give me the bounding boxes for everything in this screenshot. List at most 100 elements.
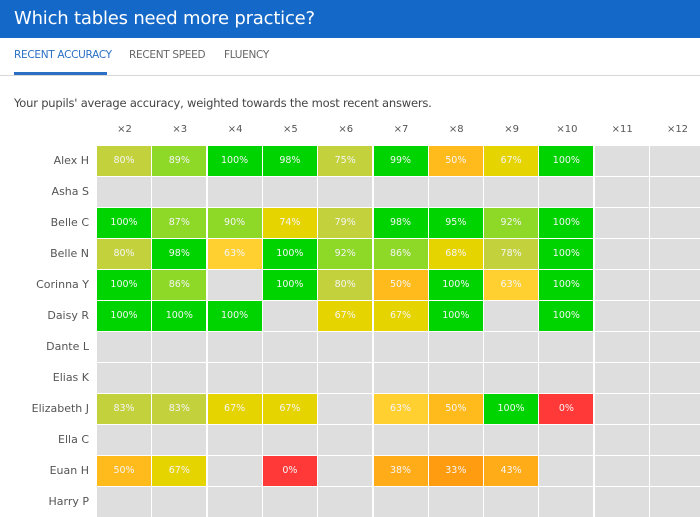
- accuracy-cell[interactable]: [152, 363, 207, 393]
- accuracy-cell[interactable]: 0%: [539, 394, 594, 424]
- accuracy-cell[interactable]: 67%: [207, 394, 262, 424]
- accuracy-cell[interactable]: 100%: [262, 270, 317, 300]
- accuracy-cell[interactable]: [594, 425, 649, 455]
- accuracy-cell[interactable]: [539, 425, 594, 455]
- accuracy-cell[interactable]: [650, 177, 700, 207]
- accuracy-cell[interactable]: 50%: [373, 270, 428, 300]
- accuracy-cell[interactable]: 98%: [373, 208, 428, 238]
- accuracy-cell[interactable]: [318, 394, 373, 424]
- accuracy-cell[interactable]: 100%: [539, 146, 594, 176]
- pupil-name[interactable]: Ella C: [0, 433, 89, 446]
- accuracy-cell[interactable]: [594, 177, 649, 207]
- pupil-name[interactable]: Belle N: [0, 247, 89, 260]
- pupil-name[interactable]: Elias K: [0, 371, 89, 384]
- accuracy-cell[interactable]: 0%: [262, 456, 317, 486]
- accuracy-cell[interactable]: 100%: [97, 301, 151, 331]
- accuracy-cell[interactable]: [594, 394, 649, 424]
- accuracy-cell[interactable]: [594, 239, 649, 269]
- accuracy-cell[interactable]: 50%: [428, 394, 483, 424]
- tab-fluency[interactable]: FLUENCY: [224, 49, 269, 61]
- pupil-name[interactable]: Corinna Y: [0, 278, 89, 291]
- accuracy-cell[interactable]: [373, 177, 428, 207]
- accuracy-cell[interactable]: [539, 332, 594, 362]
- accuracy-cell[interactable]: [594, 456, 649, 486]
- accuracy-cell[interactable]: [594, 146, 649, 176]
- accuracy-cell[interactable]: [539, 456, 594, 486]
- accuracy-cell[interactable]: 80%: [97, 146, 151, 176]
- accuracy-cell[interactable]: [594, 301, 649, 331]
- accuracy-cell[interactable]: 74%: [262, 208, 317, 238]
- accuracy-cell[interactable]: [484, 301, 539, 331]
- pupil-name[interactable]: Harry P: [0, 495, 89, 508]
- accuracy-cell[interactable]: 80%: [318, 270, 373, 300]
- accuracy-cell[interactable]: [97, 363, 151, 393]
- accuracy-cell[interactable]: 67%: [262, 394, 317, 424]
- accuracy-cell[interactable]: [262, 363, 317, 393]
- accuracy-cell[interactable]: 86%: [373, 239, 428, 269]
- accuracy-cell[interactable]: [594, 270, 649, 300]
- accuracy-cell[interactable]: [484, 425, 539, 455]
- accuracy-cell[interactable]: [484, 332, 539, 362]
- accuracy-cell[interactable]: 100%: [262, 239, 317, 269]
- accuracy-cell[interactable]: 100%: [484, 394, 539, 424]
- accuracy-cell[interactable]: [373, 425, 428, 455]
- accuracy-cell[interactable]: 100%: [207, 146, 262, 176]
- pupil-name[interactable]: Alex H: [0, 154, 89, 167]
- pupil-name[interactable]: Elizabeth J: [0, 402, 89, 415]
- accuracy-cell[interactable]: [262, 425, 317, 455]
- accuracy-cell[interactable]: 95%: [428, 208, 483, 238]
- tab-recent-speed[interactable]: RECENT SPEED: [129, 49, 206, 61]
- accuracy-cell[interactable]: [97, 177, 151, 207]
- accuracy-cell[interactable]: [484, 363, 539, 393]
- accuracy-cell[interactable]: [97, 425, 151, 455]
- accuracy-cell[interactable]: 67%: [373, 301, 428, 331]
- accuracy-cell[interactable]: 92%: [318, 239, 373, 269]
- accuracy-cell[interactable]: [428, 425, 483, 455]
- accuracy-cell[interactable]: [650, 239, 700, 269]
- accuracy-cell[interactable]: 98%: [262, 146, 317, 176]
- accuracy-cell[interactable]: 67%: [484, 146, 539, 176]
- accuracy-cell[interactable]: 50%: [428, 146, 483, 176]
- accuracy-cell[interactable]: [539, 363, 594, 393]
- accuracy-cell[interactable]: 63%: [207, 239, 262, 269]
- accuracy-cell[interactable]: [539, 177, 594, 207]
- accuracy-cell[interactable]: [650, 425, 700, 455]
- accuracy-cell[interactable]: [650, 301, 700, 331]
- accuracy-cell[interactable]: 99%: [373, 146, 428, 176]
- tab-recent-accuracy[interactable]: RECENT ACCURACY: [14, 49, 112, 61]
- accuracy-cell[interactable]: [262, 177, 317, 207]
- accuracy-cell[interactable]: [650, 394, 700, 424]
- accuracy-cell[interactable]: [207, 425, 262, 455]
- accuracy-cell[interactable]: [594, 332, 649, 362]
- accuracy-cell[interactable]: 90%: [207, 208, 262, 238]
- accuracy-cell[interactable]: [207, 332, 262, 362]
- accuracy-cell[interactable]: [152, 177, 207, 207]
- accuracy-cell[interactable]: [650, 146, 700, 176]
- accuracy-cell[interactable]: 50%: [97, 456, 151, 486]
- accuracy-cell[interactable]: 100%: [539, 301, 594, 331]
- accuracy-cell[interactable]: [594, 363, 649, 393]
- accuracy-cell[interactable]: [318, 456, 373, 486]
- accuracy-cell[interactable]: 68%: [428, 239, 483, 269]
- accuracy-cell[interactable]: [484, 177, 539, 207]
- accuracy-cell[interactable]: [650, 208, 700, 238]
- accuracy-cell[interactable]: 100%: [539, 208, 594, 238]
- accuracy-cell[interactable]: 89%: [152, 146, 207, 176]
- accuracy-cell[interactable]: [207, 270, 262, 300]
- pupil-name[interactable]: Belle C: [0, 216, 89, 229]
- accuracy-cell[interactable]: [594, 208, 649, 238]
- accuracy-cell[interactable]: 75%: [318, 146, 373, 176]
- accuracy-cell[interactable]: [207, 363, 262, 393]
- accuracy-cell[interactable]: 86%: [152, 270, 207, 300]
- accuracy-cell[interactable]: 78%: [484, 239, 539, 269]
- accuracy-cell[interactable]: 100%: [97, 270, 151, 300]
- pupil-name[interactable]: Asha S: [0, 185, 89, 198]
- accuracy-cell[interactable]: 100%: [539, 270, 594, 300]
- accuracy-cell[interactable]: [318, 177, 373, 207]
- accuracy-cell[interactable]: 67%: [152, 456, 207, 486]
- accuracy-cell[interactable]: [318, 363, 373, 393]
- accuracy-cell[interactable]: 67%: [318, 301, 373, 331]
- accuracy-cell[interactable]: 83%: [97, 394, 151, 424]
- accuracy-cell[interactable]: 100%: [97, 208, 151, 238]
- accuracy-cell[interactable]: 92%: [484, 208, 539, 238]
